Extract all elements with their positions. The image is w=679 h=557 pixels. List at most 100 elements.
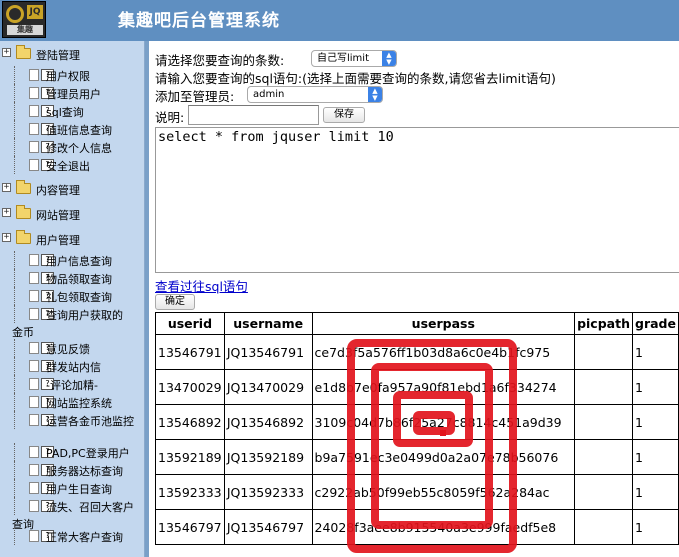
desc-input[interactable] (188, 105, 319, 125)
sidebar-item-duty-info[interactable]: ? 值班信息查询 (14, 120, 145, 138)
sidebar-group-label[interactable]: 用户管理 (36, 232, 80, 248)
sidebar-item-pad-pc-logins[interactable]: ? PAD,PC登录用户 (14, 443, 145, 461)
sidebar-group-site[interactable]: + 网站管理 (0, 204, 145, 224)
sidebar-item-label[interactable]: PAD,PC登录用户 (46, 445, 156, 462)
cell-username: JQ13546797 (223, 509, 313, 545)
desc-label: 说明: (155, 110, 185, 125)
sql-label: 请输入您要查询的sql语句:(选择上面需要查询的条数,请您省去limit语句) (155, 71, 556, 86)
sidebar-item-feedback[interactable]: ? 意见反馈 (14, 339, 145, 357)
sidebar-item-label[interactable]: 运营各金币池监控 (12, 413, 134, 430)
sidebar-item-label[interactable]: sql查询 (46, 104, 146, 121)
cell-username: JQ13546892 (223, 404, 313, 440)
admin-label: 添加至管理员: (155, 89, 235, 104)
cell-grade: 1 (631, 334, 679, 370)
sidebar-item-site-monitor[interactable]: ? 网站监控系统 (14, 393, 145, 411)
page-icon (29, 290, 39, 302)
column-header: username (223, 312, 313, 335)
page-icon (29, 482, 39, 494)
admin-select-value: admin (253, 89, 285, 100)
sidebar-item-birthdays[interactable]: ? 用户生日查询 (14, 479, 145, 497)
sidebar-item-user-permissions[interactable]: ? 用户权限 (14, 66, 145, 84)
sidebar-group-label[interactable]: 登陆管理 (36, 47, 80, 63)
column-header: grade (631, 312, 679, 335)
table-header-row: userid username userpass picpath grade (155, 312, 679, 335)
sidebar-item-label[interactable]: 意见反馈 (46, 341, 146, 358)
sidebar-item-sql-query[interactable]: ? sql查询 (14, 102, 145, 120)
confirm-button[interactable]: 确定 (155, 294, 195, 310)
expand-toggle-icon[interactable]: + (2, 233, 11, 242)
sidebar-item-label[interactable]: 群发站内信 (46, 359, 146, 376)
logo-subtext: 集趣 (7, 25, 43, 35)
sidebar-item-item-claims[interactable]: ? 物品领取查询 (14, 269, 145, 287)
page-icon (29, 159, 39, 171)
sidebar-item-label[interactable]: 物品领取查询 (46, 271, 146, 288)
sql-textarea[interactable]: select * from jquser limit 10 (155, 127, 679, 273)
table-row: 13546892 JQ13546892 3109c04d7b86f25a27c8… (155, 404, 679, 440)
sidebar-group-users[interactable]: + 用户管理 (0, 229, 145, 249)
sidebar-item-bulk-message[interactable]: ? 群发站内信 (14, 357, 145, 375)
sidebar-group-label[interactable]: 网站管理 (36, 207, 80, 223)
sidebar-item-label[interactable]: 修改个人信息 (46, 140, 146, 157)
sidebar-item-label[interactable]: 查询用户获取的金币 (12, 307, 132, 341)
sidebar-item-label[interactable]: 正常大客户查询 (46, 529, 146, 546)
sidebar-item-label[interactable]: 用户生日查询 (46, 481, 146, 498)
table-row: 13592333 JQ13592333 c2922ab50f99eb55c805… (155, 474, 679, 510)
sidebar-item-label[interactable]: 用户信息查询 (46, 253, 146, 270)
sidebar-item-label[interactable]: -评论加精- (46, 377, 146, 394)
sidebar-item-label[interactable]: 礼包领取查询 (46, 289, 146, 306)
expand-toggle-icon[interactable]: + (2, 208, 11, 217)
folder-icon (16, 230, 31, 244)
sidebar-item-label[interactable]: 管理员用户 (46, 86, 146, 103)
page-icon (29, 342, 39, 354)
sidebar-item-label[interactable]: 值班信息查询 (46, 122, 146, 139)
result-table: userid username userpass picpath grade 1… (155, 312, 679, 545)
sidebar-item-label[interactable]: 安全退出 (46, 158, 146, 175)
sidebar-item-user-coins[interactable]: ? 查询用户获取的金币 (12, 305, 145, 341)
cell-userpass: 3109c04d7b86f25a27c8814c451a9d39 (311, 404, 576, 440)
cell-picpath (574, 474, 633, 510)
sidebar-group-content[interactable]: + 内容管理 (0, 179, 145, 199)
sidebar-item-admin-users[interactable]: ? 管理员用户 (14, 84, 145, 102)
folder-icon (16, 180, 31, 194)
sidebar-nav: + 登陆管理 ? 用户权限 ? 管理员用户 ? sql查询 ? 值班信息查询 ?… (0, 41, 145, 557)
cell-userid: 13470029 (155, 369, 225, 405)
expand-toggle-icon[interactable]: + (2, 183, 11, 192)
page-icon (29, 69, 39, 81)
save-button[interactable]: 保存 (323, 107, 365, 123)
cell-userpass: b9a7591ec3e0499d0a2a07e78b56076 (311, 439, 576, 475)
sidebar-item-logout[interactable]: ? 安全退出 (14, 156, 145, 174)
cell-userid: 13592333 (155, 474, 225, 510)
sidebar-item-label[interactable]: 用户权限 (46, 68, 146, 85)
sidebar-item-server-target[interactable]: ? 服务器达标查询 (14, 461, 145, 479)
expand-toggle-icon[interactable]: + (2, 48, 11, 57)
page-icon (29, 254, 39, 266)
page-icon (29, 141, 39, 153)
cell-userid: 13592189 (155, 439, 225, 475)
sidebar-item-label[interactable]: 网站监控系统 (46, 395, 146, 412)
table-row: 13470029 JQ13470029 e1d8b7e0fa957a90f81e… (155, 369, 679, 405)
sidebar-item-user-info[interactable]: ? 用户信息查询 (14, 251, 145, 269)
sidebar-item-gift-claims[interactable]: ? 礼包领取查询 (14, 287, 145, 305)
cell-userpass: ce7d3f5a576ff1b03d8a6c0e4b1fc975 (311, 334, 576, 370)
count-select[interactable]: 自己写limit ▲ ▼ (311, 50, 397, 67)
app-logo: JQ 集趣 (2, 1, 46, 38)
sidebar-item-featured-comments[interactable]: ? -评论加精- (14, 375, 145, 393)
chevron-updown-icon: ▲ ▼ (368, 87, 382, 102)
cell-username: JQ13592189 (223, 439, 313, 475)
cell-userid: 13546791 (155, 334, 225, 370)
page-icon (29, 464, 39, 476)
cell-picpath (574, 334, 633, 370)
app-header: JQ 集趣 集趣吧后台管理系统 (0, 0, 679, 41)
page-icon (29, 272, 39, 284)
cell-userpass: e1d8b7e0fa957a90f81ebd1a6f334274 (311, 369, 576, 405)
admin-select[interactable]: admin ▲ ▼ (247, 86, 383, 103)
sql-history-link[interactable]: 查看过往sql语句 (155, 276, 248, 295)
sidebar-item-normal-vip[interactable]: ? 正常大客户查询 (14, 527, 145, 545)
sidebar-group-label[interactable]: 内容管理 (36, 182, 80, 198)
sidebar-item-edit-profile[interactable]: ? 修改个人信息 (14, 138, 145, 156)
sidebar-group-login[interactable]: + 登陆管理 (0, 44, 145, 64)
page-icon (29, 360, 39, 372)
sidebar-item-label[interactable]: 服务器达标查询 (46, 463, 146, 480)
sidebar-item-coin-pools[interactable]: ? 运营各金币池监控 (14, 411, 145, 447)
cell-picpath (574, 404, 633, 440)
